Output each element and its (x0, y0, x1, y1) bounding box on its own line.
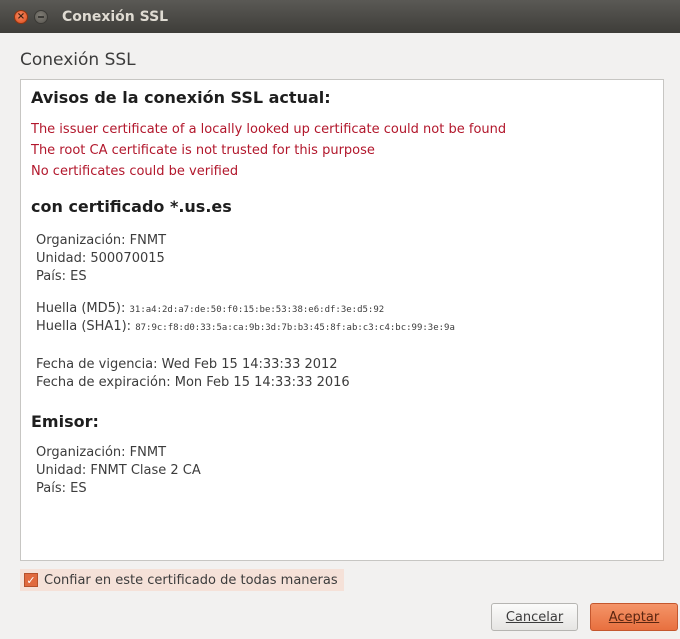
sha1-value: 87:9c:f8:d0:33:5a:ca:9b:3d:7b:b3:45:8f:a… (135, 323, 455, 333)
valid-to: Fecha de expiración: Mon Feb 15 14:33:33… (36, 375, 350, 390)
issuer-heading: Emisor: (31, 412, 99, 431)
warning-item: The issuer certificate of a locally look… (31, 122, 507, 137)
trust-certificate-checkbox-row[interactable]: ✓ Confiar en este certificado de todas m… (20, 569, 344, 591)
warning-item: No certificates could be verified (31, 164, 239, 179)
warnings-heading: Avisos de la conexión SSL actual: (31, 88, 331, 107)
trust-certificate-checkbox[interactable]: ✓ (24, 573, 38, 587)
minimize-icon[interactable] (34, 10, 48, 24)
certificate-organization: Organización: FNMT (36, 233, 167, 248)
sha1-fingerprint-row: Huella (SHA1): 87:9c:f8:d0:33:5a:ca:9b:3… (36, 319, 455, 334)
cancel-button-label: Cancelar (505, 609, 564, 625)
certificate-country: País: ES (36, 269, 87, 284)
window-title: Conexión SSL (62, 9, 169, 25)
issuer-organization: Organización: FNMT (36, 445, 167, 460)
issuer-unit: Unidad: FNMT Clase 2 CA (36, 463, 201, 478)
warning-item: The root CA certificate is not trusted f… (31, 143, 375, 158)
valid-from: Fecha de vigencia: Wed Feb 15 14:33:33 2… (36, 357, 338, 372)
close-icon[interactable]: × (14, 10, 28, 24)
issuer-country: País: ES (36, 481, 87, 496)
trust-certificate-label[interactable]: Confiar en este certificado de todas man… (44, 573, 338, 588)
cancel-button[interactable]: Cancelar (491, 603, 578, 631)
accept-button[interactable]: Aceptar (590, 603, 678, 631)
md5-value: 31:a4:2d:a7:de:50:f0:15:be:53:38:e6:df:3… (129, 305, 385, 315)
md5-fingerprint-row: Huella (MD5): 31:a4:2d:a7:de:50:f0:15:be… (36, 301, 384, 316)
sha1-label: Huella (SHA1): (36, 319, 132, 334)
certificate-heading: con certificado *.us.es (31, 197, 232, 216)
certificate-unit: Unidad: 500070015 (36, 251, 165, 266)
window-titlebar: × Conexión SSL (0, 0, 680, 33)
certificate-details-panel: Avisos de la conexión SSL actual: The is… (20, 79, 664, 561)
accept-button-label: Aceptar (608, 609, 660, 625)
md5-label: Huella (MD5): (36, 301, 126, 316)
close-glyph: × (16, 11, 26, 22)
checkmark-icon: ✓ (26, 573, 36, 587)
dialog-heading: Conexión SSL (20, 50, 136, 70)
